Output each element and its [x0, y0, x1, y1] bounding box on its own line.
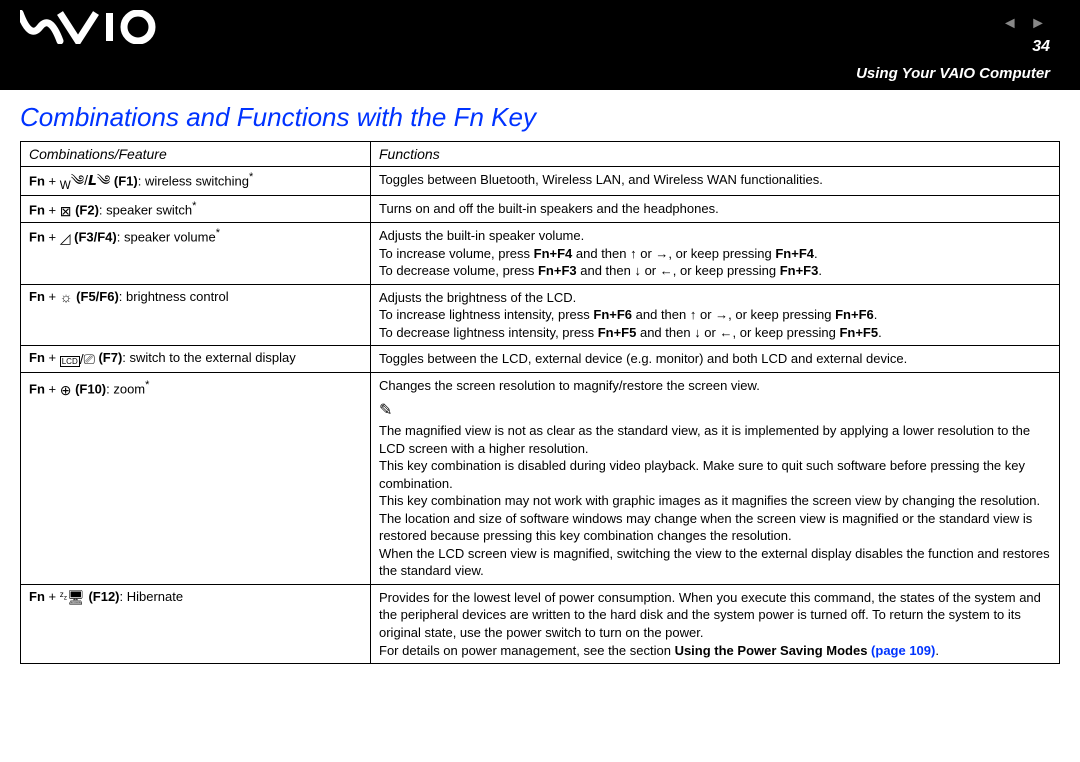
volume-icon: ◿ — [60, 231, 71, 245]
page-number: 34 — [1032, 38, 1050, 56]
arrow-left-icon: ← — [660, 263, 673, 278]
vaio-logo — [20, 10, 160, 53]
func-f2: Turns on and off the built-in speakers a… — [371, 196, 1060, 223]
table-row: Fn + ⊕ (F10): zoom* Changes the screen r… — [21, 372, 1060, 584]
func-f1: Toggles between Bluetooth, Wireless LAN,… — [371, 167, 1060, 196]
table-row: Fn + LCD/⎚ (F7): switch to the external … — [21, 346, 1060, 373]
arrow-right-icon: → — [655, 246, 668, 261]
note-icon: ✎ — [379, 402, 392, 419]
combo-f2: Fn + ⊠ (F2): speaker switch* — [21, 196, 371, 223]
arrow-right-icon: → — [715, 307, 728, 322]
page-content: Combinations and Functions with the Fn K… — [0, 90, 1080, 674]
page-header: ◄ ► 34 Using Your VAIO Computer — [0, 0, 1080, 90]
power-saving-link[interactable]: (page 109) — [867, 643, 935, 658]
combo-f3f4: Fn + ◿ (F3/F4): speaker volume* — [21, 223, 371, 285]
wireless-icon: W༄/𝙇༄ — [60, 173, 111, 191]
page-title: Combinations and Functions with the Fn K… — [20, 102, 1060, 133]
func-f5f6: Adjusts the brightness of the LCD. To in… — [371, 284, 1060, 346]
brightness-icon: ☼ — [60, 290, 73, 304]
nav-next-icon[interactable]: ► — [1030, 15, 1050, 32]
func-f12: Provides for the lowest level of power c… — [371, 584, 1060, 663]
col-header-combinations: Combinations/Feature — [21, 142, 371, 167]
combo-f1: Fn + W༄/𝙇༄ (F1): wireless switching* — [21, 167, 371, 196]
func-f10: Changes the screen resolution to magnify… — [371, 372, 1060, 584]
nav-arrows[interactable]: ◄ ► — [1002, 15, 1050, 33]
table-row: Fn + ⊠ (F2): speaker switch* Turns on an… — [21, 196, 1060, 223]
speaker-mute-icon: ⊠ — [60, 204, 72, 218]
combo-f7: Fn + LCD/⎚ (F7): switch to the external … — [21, 346, 371, 373]
table-row: Fn + W༄/𝙇༄ (F1): wireless switching* Tog… — [21, 167, 1060, 196]
table-row: Fn + ☼ (F5/F6): brightness control Adjus… — [21, 284, 1060, 346]
table-row: Fn + ◿ (F3/F4): speaker volume* Adjusts … — [21, 223, 1060, 285]
hibernate-icon: zz🖥 — [60, 590, 85, 604]
display-switch-icon: LCD/⎚ — [60, 352, 95, 366]
fn-key-table: Combinations/Feature Functions Fn + W༄/𝙇… — [20, 141, 1060, 664]
table-row: Fn + zz🖥 (F12): Hibernate Provides for t… — [21, 584, 1060, 663]
nav-prev-icon[interactable]: ◄ — [1002, 15, 1022, 32]
zoom-icon: ⊕ — [60, 383, 72, 397]
arrow-left-icon: ← — [719, 325, 732, 340]
func-f7: Toggles between the LCD, external device… — [371, 346, 1060, 373]
col-header-functions: Functions — [371, 142, 1060, 167]
combo-f5f6: Fn + ☼ (F5/F6): brightness control — [21, 284, 371, 346]
func-f3f4: Adjusts the built-in speaker volume. To … — [371, 223, 1060, 285]
combo-f12: Fn + zz🖥 (F12): Hibernate — [21, 584, 371, 663]
combo-f10: Fn + ⊕ (F10): zoom* — [21, 372, 371, 584]
section-label: Using Your VAIO Computer — [856, 65, 1050, 82]
